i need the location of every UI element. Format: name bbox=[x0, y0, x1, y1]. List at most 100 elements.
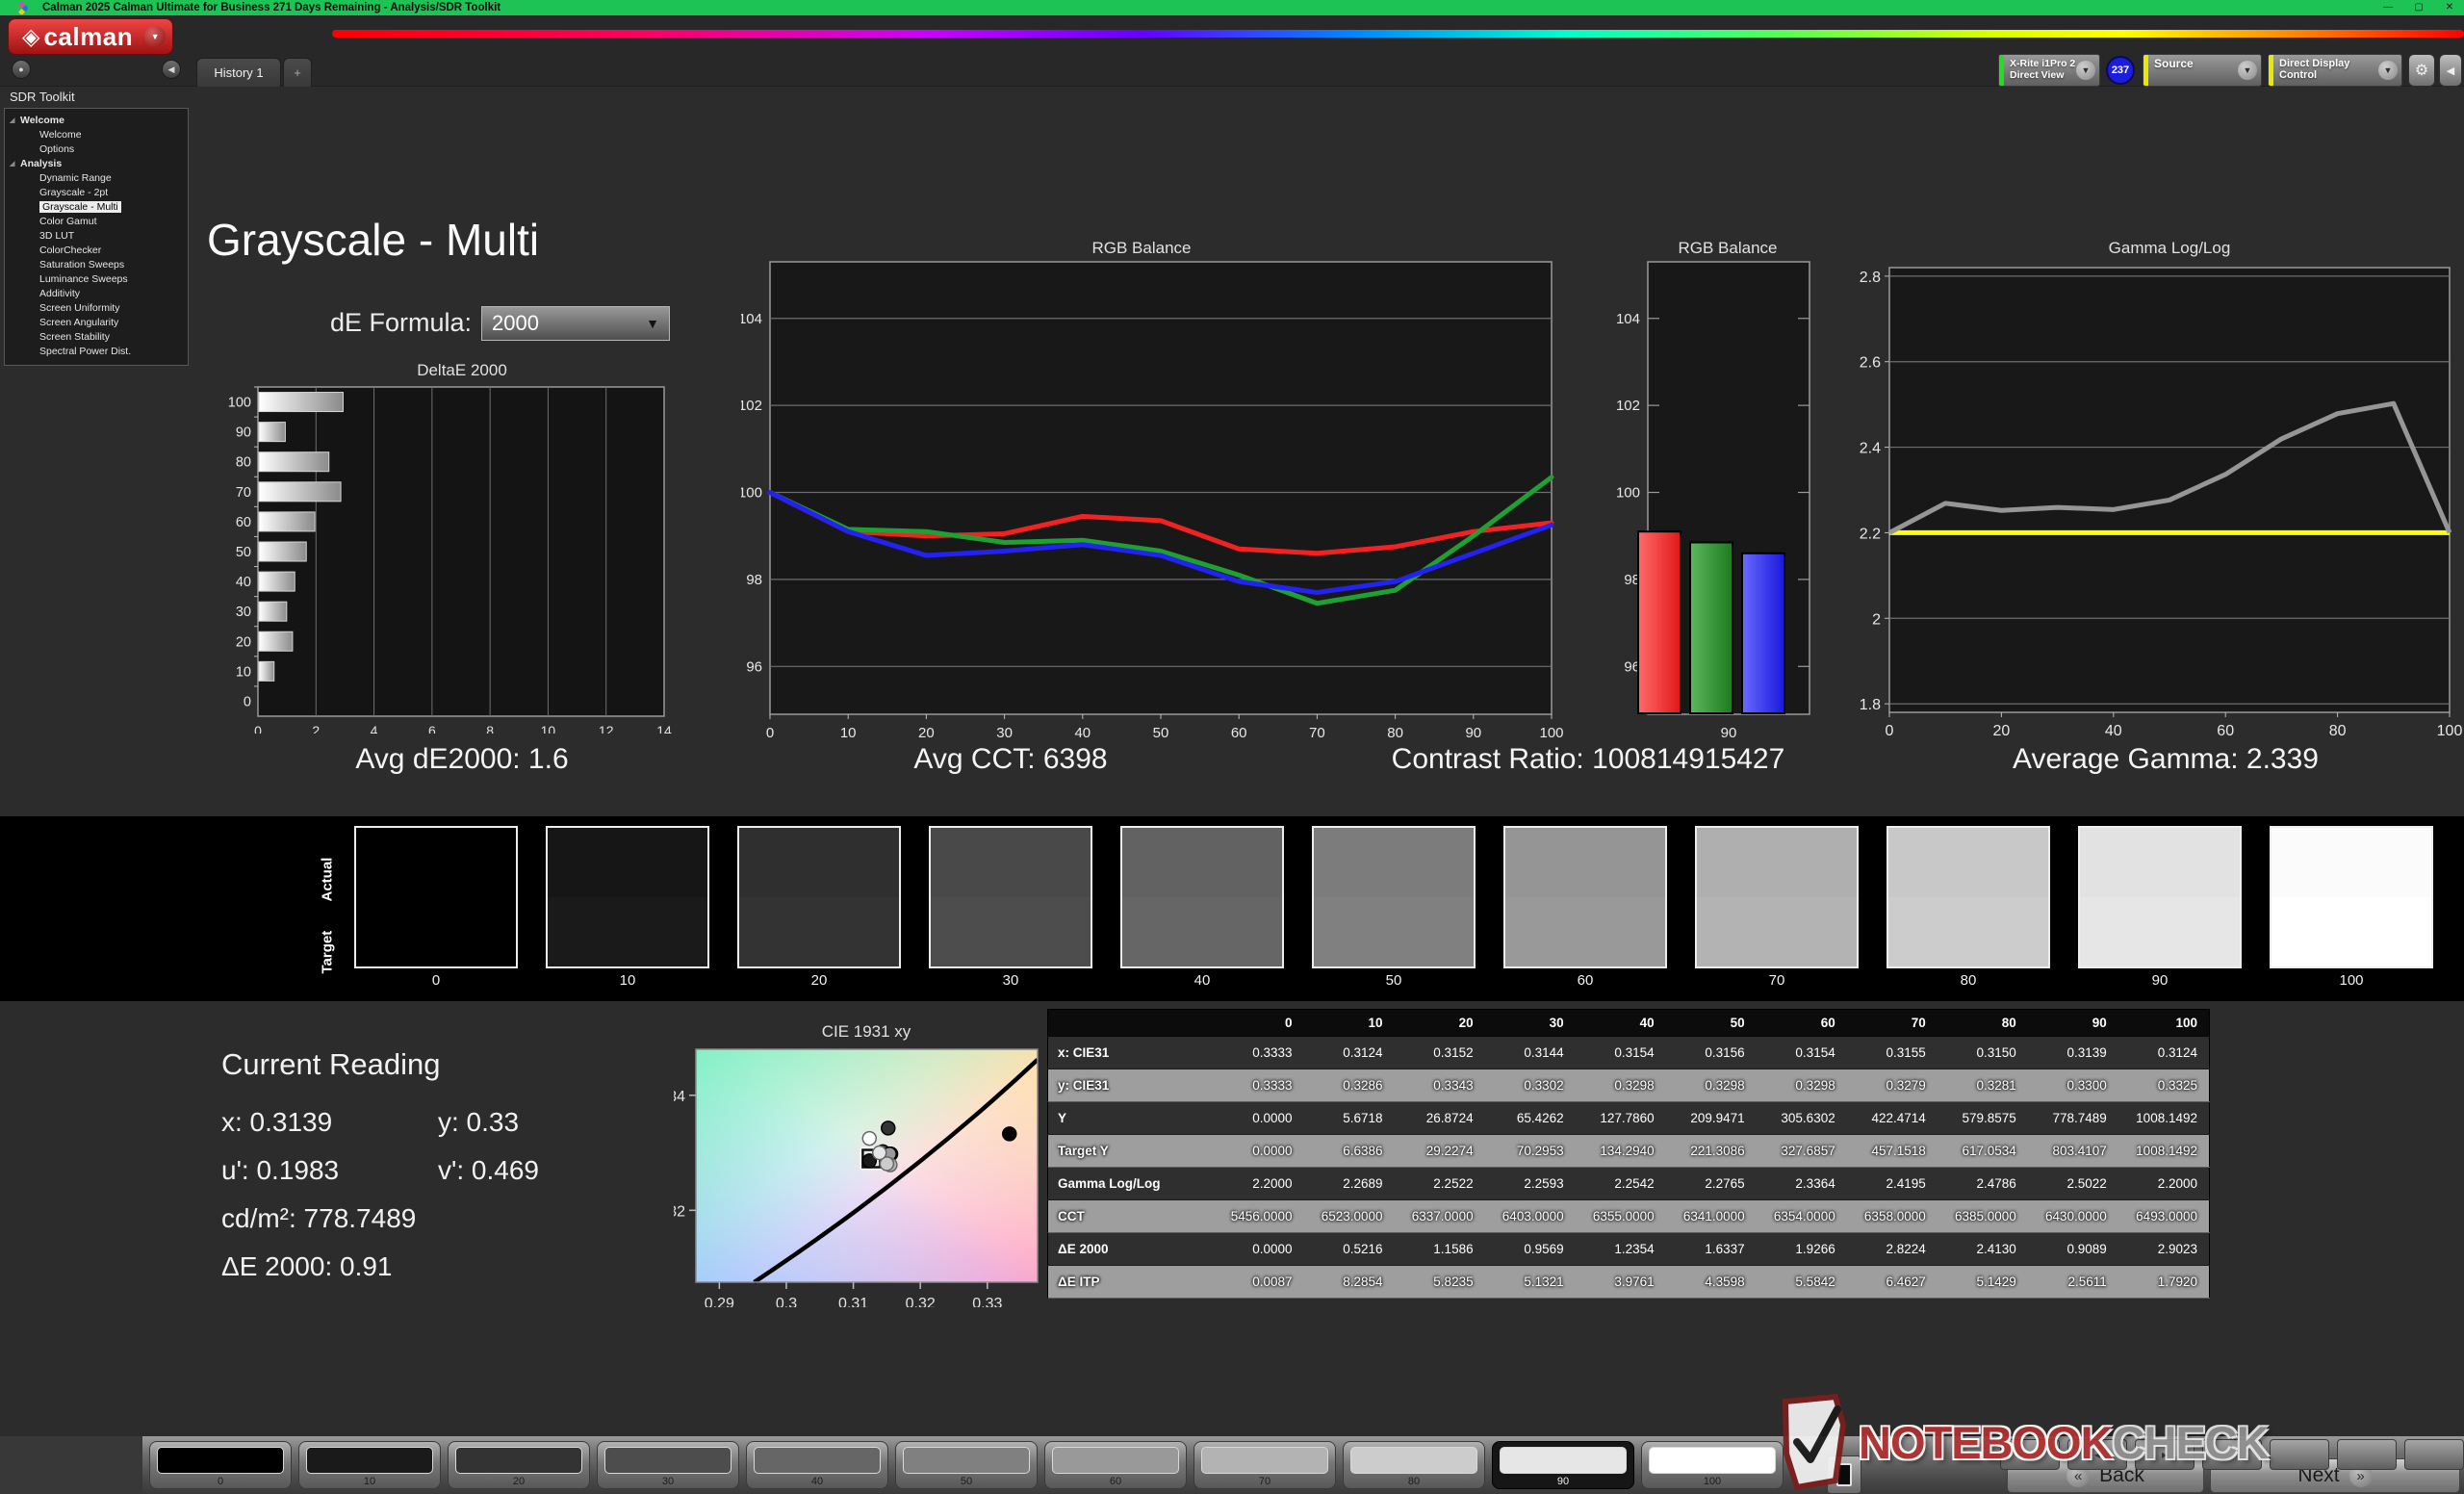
svg-text:0.32: 0.32 bbox=[674, 1203, 685, 1220]
sidebar-item-label: Grayscale - 2pt bbox=[39, 187, 109, 198]
sidebar-options-button[interactable]: ● bbox=[12, 60, 31, 79]
sidebar-item-label: Screen Stability bbox=[39, 331, 110, 343]
table-cell: 0.3300 bbox=[2027, 1069, 2118, 1102]
table-cell: 0.3154 bbox=[1575, 1036, 1666, 1069]
chevron-down-icon: ▼ bbox=[646, 316, 659, 331]
sidebar-item-saturation-sweeps[interactable]: Saturation Sweeps bbox=[5, 258, 188, 272]
sidebar-item-3d-lut[interactable]: 3D LUT bbox=[5, 229, 188, 244]
pattern-button-50[interactable]: 50 bbox=[895, 1441, 1038, 1489]
chevron-down-icon: ▼ bbox=[2076, 61, 2095, 80]
table-row-label: y: CIE31 bbox=[1047, 1069, 1214, 1102]
table-cell: 5.1321 bbox=[1484, 1265, 1576, 1299]
strip-target-label: Target bbox=[319, 930, 336, 974]
svg-text:1.8: 1.8 bbox=[1860, 697, 1881, 713]
pattern-button-40[interactable]: 40 bbox=[746, 1441, 888, 1489]
minimize-icon[interactable]: — bbox=[2375, 0, 2400, 15]
table-cell: 0.3298 bbox=[1575, 1069, 1666, 1102]
sidebar-item-additivity[interactable]: Additivity bbox=[5, 287, 188, 301]
sidebar-item-welcome[interactable]: ◢ Welcome bbox=[5, 114, 188, 128]
table-cell: 6337.0000 bbox=[1394, 1199, 1485, 1233]
display-control-dropdown[interactable]: Direct Display Control ▼ bbox=[2268, 54, 2402, 87]
sidebar-item-screen-uniformity[interactable]: Screen Uniformity bbox=[5, 301, 188, 316]
table-cell: 0.3124 bbox=[2118, 1036, 2210, 1069]
maximize-icon[interactable]: ▢ bbox=[2406, 0, 2431, 15]
table-cell: 3.9761 bbox=[1575, 1265, 1666, 1299]
pattern-button-20[interactable]: 20 bbox=[448, 1441, 590, 1489]
gray-swatch-50 bbox=[1312, 826, 1476, 968]
pattern-button-90[interactable]: 90 bbox=[1492, 1441, 1634, 1489]
pattern-button-10[interactable]: 10 bbox=[298, 1441, 441, 1489]
calman-menu-button[interactable]: ◈ calman ▼ bbox=[8, 18, 173, 55]
table-cell: 221.3086 bbox=[1665, 1134, 1757, 1168]
table-cell: 778.7489 bbox=[2027, 1101, 2118, 1135]
svg-text:20: 20 bbox=[1993, 723, 2011, 739]
expander-icon[interactable]: ◢ bbox=[10, 157, 14, 171]
sidebar-item-screen-stability[interactable]: Screen Stability bbox=[5, 330, 188, 345]
sidebar-item-luminance-sweeps[interactable]: Luminance Sweeps bbox=[5, 272, 188, 287]
pattern-label: 100 bbox=[1703, 1476, 1722, 1487]
gray-swatch-60 bbox=[1503, 826, 1667, 968]
table-cell: 617.0534 bbox=[1937, 1134, 2028, 1168]
pattern-button-0[interactable]: 0 bbox=[149, 1441, 292, 1489]
table-cell: 127.7860 bbox=[1575, 1101, 1666, 1135]
swatch-actual bbox=[1122, 828, 1282, 897]
table-cell: 0.9089 bbox=[2027, 1232, 2118, 1266]
svg-text:104: 104 bbox=[1616, 311, 1640, 327]
sidebar-item-welcome[interactable]: Welcome bbox=[5, 128, 188, 142]
table-column-header: 60 bbox=[1756, 1009, 1847, 1037]
pattern-label: 60 bbox=[1109, 1476, 1122, 1487]
de-formula-label: dE Formula: bbox=[329, 308, 472, 337]
panel-collapse-icon[interactable]: ◀ bbox=[2439, 54, 2462, 87]
svg-text:10: 10 bbox=[541, 723, 556, 734]
table-cell: 0.0000 bbox=[1213, 1101, 1304, 1135]
close-icon[interactable]: ✕ bbox=[2437, 0, 2462, 15]
sidebar-item-analysis[interactable]: ◢ Analysis bbox=[5, 157, 188, 171]
tab-history-1[interactable]: History 1 bbox=[196, 58, 281, 87]
table-cell: 0.3302 bbox=[1484, 1069, 1576, 1102]
meter-dropdown[interactable]: X-Rite i1Pro 2 Direct View ▼ bbox=[1998, 54, 2100, 87]
table-cell: 2.5611 bbox=[2027, 1265, 2118, 1299]
table-row-label: Gamma Log/Log bbox=[1047, 1167, 1214, 1200]
sidebar-item-label: Options bbox=[39, 143, 75, 155]
swatch-target bbox=[548, 897, 707, 966]
table-cell: 0.3333 bbox=[1213, 1069, 1304, 1102]
pattern-button-80[interactable]: 80 bbox=[1343, 1441, 1485, 1489]
window-titlebar: Calman 2025 Calman Ultimate for Business… bbox=[0, 0, 2464, 15]
sidebar-item-spectral-power-dist-[interactable]: Spectral Power Dist. bbox=[5, 345, 188, 359]
pattern-swatch bbox=[157, 1447, 284, 1474]
calman-logo-icon: ◈ bbox=[22, 23, 40, 50]
de-formula-select[interactable]: 2000 ▼ bbox=[481, 306, 670, 341]
sidebar-item-dynamic-range[interactable]: Dynamic Range bbox=[5, 171, 188, 186]
chevron-down-icon: ▼ bbox=[2238, 61, 2257, 80]
add-tab-button[interactable]: + bbox=[283, 58, 312, 87]
pattern-button-100[interactable]: 100 bbox=[1641, 1441, 1784, 1489]
expander-icon[interactable]: ◢ bbox=[10, 114, 14, 128]
sidebar-item-grayscale-2pt[interactable]: Grayscale - 2pt bbox=[5, 186, 188, 200]
strip-actual-label: Actual bbox=[319, 857, 336, 902]
stat-average-gamma-: Average Gamma: 2.339 bbox=[2013, 743, 2319, 775]
svg-text:14: 14 bbox=[656, 723, 672, 734]
pattern-button-70[interactable]: 70 bbox=[1194, 1441, 1336, 1489]
table-cell: 1.6337 bbox=[1665, 1232, 1757, 1266]
pattern-button-60[interactable]: 60 bbox=[1044, 1441, 1187, 1489]
table-cell: 0.3298 bbox=[1756, 1069, 1847, 1102]
table-cell: 2.2522 bbox=[1394, 1167, 1485, 1200]
sidebar-item-color-gamut[interactable]: Color Gamut bbox=[5, 215, 188, 229]
pattern-label: 20 bbox=[512, 1476, 526, 1487]
table-cell: 1.1586 bbox=[1394, 1232, 1485, 1266]
meter-count-badge[interactable]: 237 bbox=[2106, 56, 2135, 85]
source-dropdown[interactable]: Source ▼ bbox=[2143, 54, 2262, 87]
gear-icon[interactable]: ⚙ bbox=[2408, 54, 2435, 87]
sidebar-item-grayscale-multi[interactable]: Grayscale - Multi bbox=[5, 200, 188, 215]
sidebar-collapse-button[interactable]: ◀ bbox=[162, 60, 181, 79]
table-row: Target Y 0.0000 6.6386 29.2274 70.2953 134.29… bbox=[1047, 1134, 2210, 1168]
swatch-target bbox=[1314, 897, 1474, 966]
sidebar-item-options[interactable]: Options bbox=[5, 142, 188, 157]
pattern-button-30[interactable]: 30 bbox=[597, 1441, 739, 1489]
sidebar-item-colorchecker[interactable]: ColorChecker bbox=[5, 244, 188, 258]
pattern-label: 30 bbox=[661, 1476, 675, 1487]
sidebar-item-label: Grayscale - Multi bbox=[39, 201, 121, 213]
svg-text:2.2: 2.2 bbox=[1860, 526, 1881, 542]
sidebar-item-screen-angularity[interactable]: Screen Angularity bbox=[5, 316, 188, 330]
meter-mode: Direct View bbox=[2010, 69, 2065, 81]
